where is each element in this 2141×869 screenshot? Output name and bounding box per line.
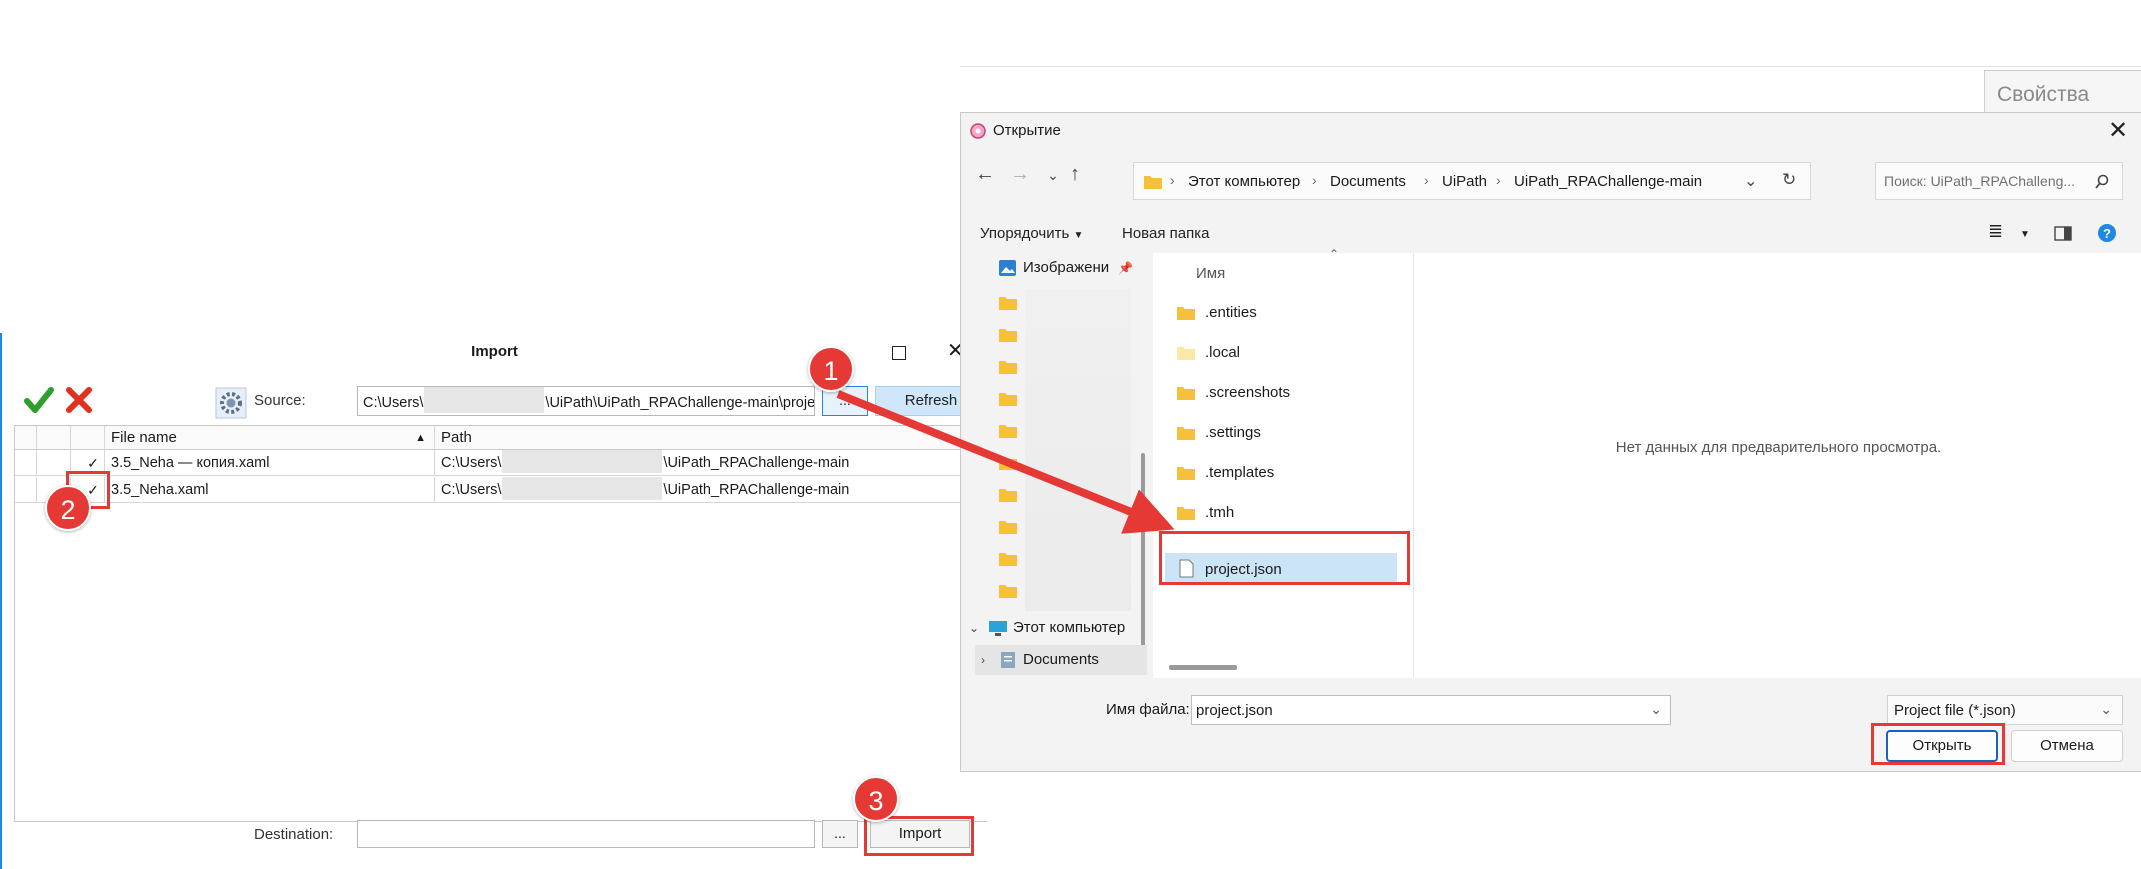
step-3-badge: 3 [853, 776, 899, 822]
step-1-badge: 1 [808, 346, 854, 392]
step-2-badge: 2 [45, 485, 91, 531]
annotation-arrow [836, 390, 1175, 534]
